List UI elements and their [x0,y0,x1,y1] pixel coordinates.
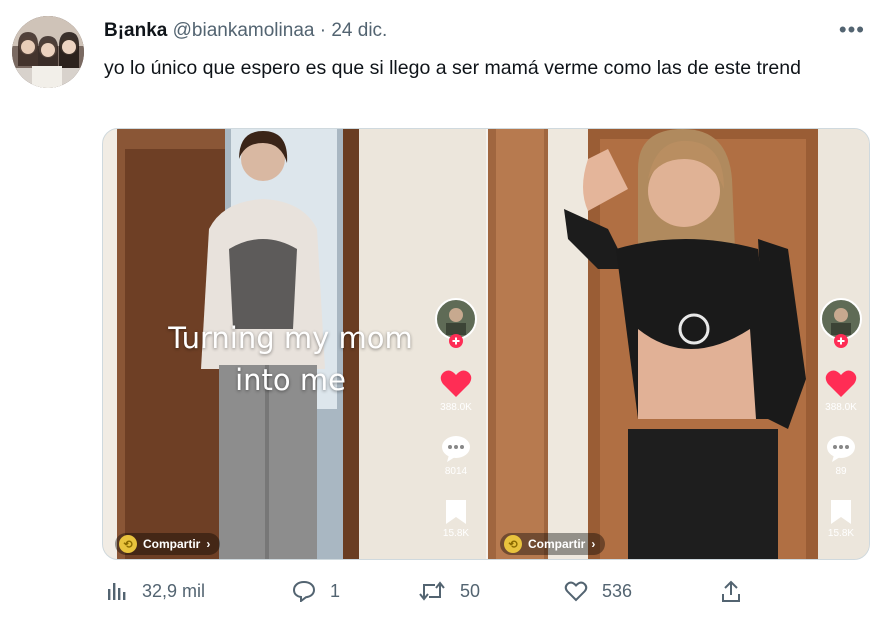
comment-button-right[interactable]: 89 [819,435,863,477]
header-separator: · [319,20,327,41]
retweet-count: 50 [460,580,481,601]
comment-icon [827,436,855,462]
share-label: Compartir [528,537,586,551]
tweet-media[interactable]: Turning my mom into me 388.0K 8014 15.8K… [102,128,870,560]
heart-outline-icon [564,581,588,602]
save-button-right[interactable]: 15.8K [819,499,863,539]
share-icon: ⟲ [504,535,522,553]
share-button-left[interactable]: ⟲ Compartir › [115,533,221,555]
comment-count: 8014 [444,466,468,477]
views-button[interactable]: 32,9 mil [106,580,205,602]
heart-icon [825,370,857,397]
creator-avatar-right[interactable] [819,297,863,352]
like-count: 388.0K [440,402,472,413]
save-count: 15.8K [827,528,855,539]
retweet-button[interactable]: 50 [418,580,480,602]
author-avatar[interactable] [12,16,84,88]
reply-count: 1 [330,580,341,601]
tweet-text: yo lo único que espero es que si llego a… [104,57,801,79]
heart-icon [440,370,472,397]
chevron-right-icon: › [591,537,596,551]
comment-icon [442,436,470,462]
share-button-right[interactable]: ⟲ Compartir › [500,533,606,555]
analytics-icon [108,583,126,600]
creator-avatar-left[interactable] [434,297,478,352]
reply-button[interactable]: 1 [292,580,340,602]
bookmark-icon [446,500,466,524]
like-button-left[interactable]: 388.0K [434,369,478,413]
save-count: 15.8K [442,528,470,539]
overlay-line-1: Turning my mom [168,321,413,355]
comment-button-left[interactable]: 8014 [434,435,478,477]
share-tweet-button[interactable] [720,580,742,604]
video-right[interactable]: 388.0K 89 15.8K ⟲ Compartir › [488,129,869,559]
like-count-total: 536 [602,580,633,601]
chevron-right-icon: › [206,537,211,551]
tweet-actions: 32,9 mil 1 50 536 [100,580,860,612]
share-label: Compartir [143,537,201,551]
more-options-icon[interactable]: ••• [839,17,865,43]
comment-count: 89 [835,466,847,477]
share-icon: ⟲ [119,535,137,553]
creator-avatar-icon [820,298,862,348]
share-upload-icon [722,580,740,602]
reply-icon [292,580,316,602]
display-name[interactable]: B¡anka [104,20,167,41]
views-count: 32,9 mil [142,580,206,601]
creator-avatar-icon [435,298,477,348]
user-handle[interactable]: @biankamolinaa [173,20,315,41]
video-left[interactable]: Turning my mom into me 388.0K 8014 15.8K… [103,129,486,559]
overlay-line-2: into me [235,363,346,397]
like-button[interactable]: 536 [564,580,632,602]
bookmark-icon [831,500,851,524]
video-right-frame [488,129,869,559]
save-button-left[interactable]: 15.8K [434,499,478,539]
like-button-right[interactable]: 388.0K [819,369,863,413]
tweet-date[interactable]: 24 dic. [331,20,387,41]
retweet-icon [419,581,445,601]
tweet-header: B¡anka @biankamolinaa · 24 dic. [104,20,387,42]
video-overlay-text: Turning my mom into me [103,317,478,401]
like-count: 388.0K [825,402,857,413]
